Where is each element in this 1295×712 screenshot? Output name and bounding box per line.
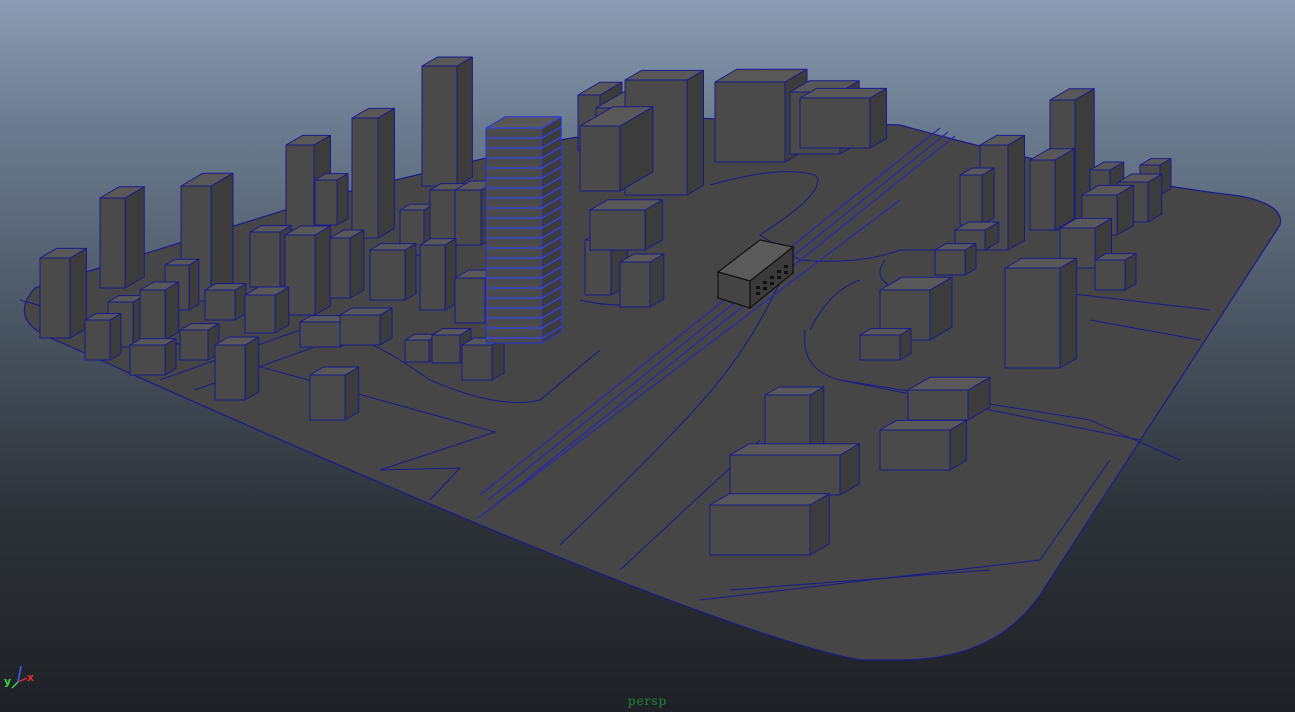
building-53[interactable] <box>1094 253 1137 291</box>
building-9[interactable] <box>351 107 395 239</box>
3d-viewport[interactable]: x y persp <box>0 0 1295 712</box>
building-8[interactable] <box>421 56 473 187</box>
camera-label: persp <box>627 694 668 708</box>
z-axis-line <box>17 665 22 683</box>
building-11[interactable] <box>314 173 349 226</box>
city-scene[interactable] <box>0 0 1295 712</box>
building-22[interactable] <box>419 238 457 311</box>
building-61[interactable] <box>709 493 830 556</box>
building-16[interactable] <box>99 186 145 289</box>
building-20[interactable] <box>329 229 365 299</box>
building-38[interactable] <box>461 337 505 381</box>
tower-body[interactable] <box>485 116 562 344</box>
building-34[interactable] <box>309 366 360 421</box>
building-54[interactable] <box>1004 257 1077 369</box>
building-32[interactable] <box>179 323 220 361</box>
building-21[interactable] <box>369 243 417 301</box>
building-41[interactable] <box>589 199 664 251</box>
building-29[interactable] <box>84 313 122 361</box>
building-17[interactable] <box>39 247 87 339</box>
building-60[interactable] <box>729 443 860 496</box>
building-25[interactable] <box>204 283 247 321</box>
axis-gizmo: x y <box>4 665 34 689</box>
building-19[interactable] <box>284 225 331 316</box>
y-axis-line <box>11 681 19 689</box>
building-5[interactable] <box>799 87 887 149</box>
y-axis-label: y <box>4 675 11 688</box>
building-45[interactable] <box>1029 148 1075 231</box>
building-33[interactable] <box>214 336 260 401</box>
x-axis-label: x <box>27 671 34 684</box>
selected-tower[interactable] <box>485 116 562 344</box>
building-26[interactable] <box>244 286 290 334</box>
building-44[interactable] <box>959 167 995 226</box>
building-40[interactable] <box>619 253 665 308</box>
building-59[interactable] <box>879 419 967 471</box>
building-51[interactable] <box>934 243 977 276</box>
building-58[interactable] <box>907 376 991 421</box>
building-35[interactable] <box>339 307 393 346</box>
building-56[interactable] <box>859 328 912 361</box>
building-30[interactable] <box>139 281 180 341</box>
building-31[interactable] <box>129 338 177 376</box>
building-7[interactable] <box>579 106 654 192</box>
